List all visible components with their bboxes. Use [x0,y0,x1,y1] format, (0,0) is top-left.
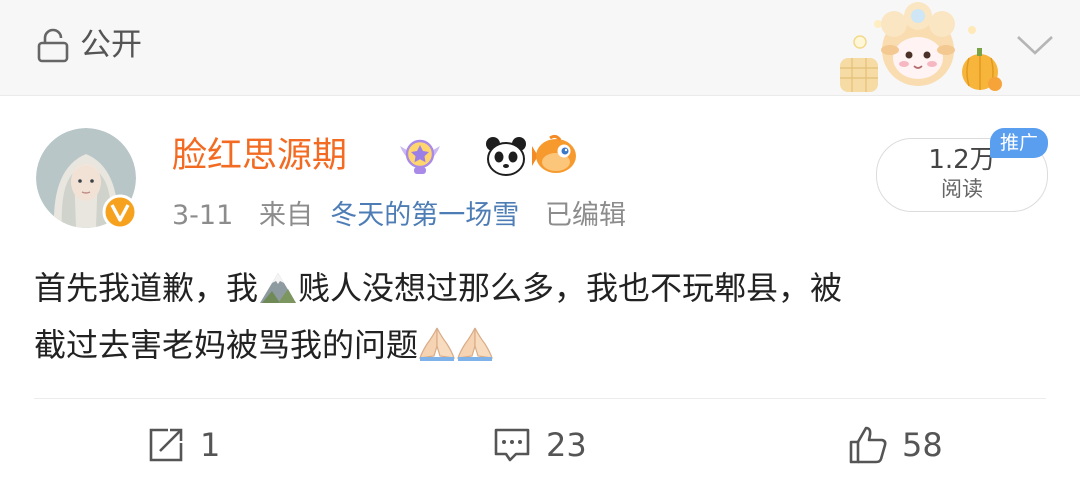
views-label: 阅读 [941,177,983,201]
praying-hands-emoji-icon [457,327,493,361]
like-button[interactable]: 58 [848,422,943,468]
post-body: 首先我道歉，我 贱人没想过那么多，我也不玩郫县，被 截过去害老妈被骂我的问题 [34,260,1044,374]
mountain-emoji-icon [260,273,297,303]
divider [34,398,1046,399]
verified-badge-icon [102,194,138,230]
post-text-line1-start: 首先我道歉，我 [34,269,259,307]
praying-hands-emoji-icon [419,327,455,361]
comment-icon [494,428,530,462]
source-link[interactable]: 冬天的第一场雪 [330,200,519,231]
repost-button[interactable]: 1 [146,422,220,468]
privacy-label: 公开 [80,27,142,63]
promote-tag[interactable]: 推广 [990,128,1048,158]
post-text-line2: 截过去害老妈被骂我的问题 [34,326,419,364]
from-label: 来自 [259,200,314,231]
privacy-setting[interactable]: 公开 [34,26,142,64]
repost-icon [149,428,183,462]
sheep-mascot-sticker [840,2,1002,92]
comment-count: 23 [546,426,587,464]
post-date: 3-11 [172,200,234,231]
chevron-down-icon[interactable] [1014,30,1056,60]
lock-icon [37,28,69,63]
repost-count: 1 [200,426,221,464]
top-bar: 公开 [0,0,1080,95]
like-count: 58 [902,426,943,464]
fish-badge-icon [532,134,576,173]
avatar[interactable] [36,128,138,230]
edited-label[interactable]: 已编辑 [545,200,626,231]
medal-badge-icon [400,139,440,174]
panda-badge-icon [486,137,526,176]
post-text-line1-end: 贱人没想过那么多，我也不玩郫县，被 [298,269,843,307]
post-meta: 3-11 来自 冬天的第一场雪 已编辑 [172,196,626,236]
comment-button[interactable]: 23 [492,422,587,468]
thumbs-up-icon [849,426,887,464]
divider [0,95,1080,96]
username[interactable]: 脸红思源期 [172,134,347,178]
